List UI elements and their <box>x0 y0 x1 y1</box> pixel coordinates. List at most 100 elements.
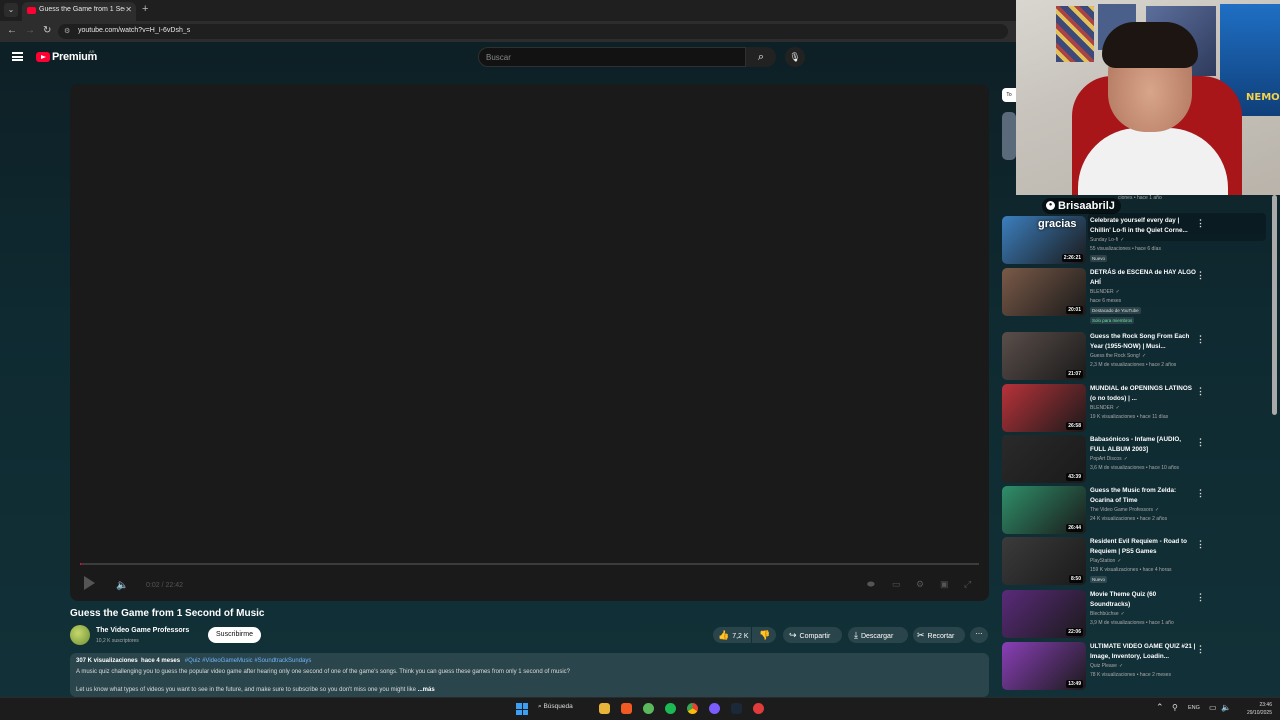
more-options-icon[interactable]: ⋮ <box>1196 334 1205 345</box>
more-options-icon[interactable]: ⋮ <box>1196 218 1205 229</box>
site-info-icon[interactable]: ⚙ <box>64 27 70 35</box>
settings-gear-icon[interactable]: ⚙ <box>916 579 924 590</box>
app-icon[interactable] <box>753 703 764 714</box>
video-thumbnail[interactable]: 20:01 <box>1002 268 1086 316</box>
brave-browser-icon[interactable] <box>621 703 632 714</box>
video-thumbnail[interactable]: 22:06 <box>1002 590 1086 638</box>
dislike-button[interactable]: 👎 <box>752 627 776 643</box>
channel-name[interactable]: The Video Game Professors ✓ <box>1090 507 1159 513</box>
recommendation-card[interactable]: 20:01 DETRÁS de ESCENA de HAY ALGO AHÍ BLE… <box>1002 268 1212 324</box>
hamburger-menu-icon[interactable] <box>12 52 23 61</box>
video-thumbnail[interactable] <box>1002 112 1016 160</box>
more-options-icon[interactable]: ⋮ <box>1196 437 1205 448</box>
browser-tab[interactable]: Guess the Game from 1 Second of Music - … <box>22 2 136 21</box>
search-input[interactable] <box>479 48 745 66</box>
recommendation-card[interactable]: 2:26:21 Celebrate yourself every day | Ch… <box>1002 216 1212 264</box>
new-tab-button[interactable]: + <box>142 3 148 15</box>
video-thumbnail[interactable]: 26:44 <box>1002 486 1086 534</box>
channel-name[interactable]: BLENDER ✓ <box>1090 405 1120 411</box>
video-title[interactable]: Resident Evil Requiem - Road to Requiem … <box>1090 537 1198 556</box>
channel-name[interactable]: Quiz Please ✓ <box>1090 663 1123 669</box>
video-title[interactable]: Movie Theme Quiz (60 Soundtracks) <box>1090 590 1198 609</box>
video-thumbnail[interactable]: 26:58 <box>1002 384 1086 432</box>
subscribe-button[interactable]: Suscribirme <box>208 627 261 643</box>
recommendation-card[interactable]: 26:58 MUNDIAL de OPENINGS LATINOS (o no t… <box>1002 384 1212 432</box>
video-thumbnail[interactable]: 43:39 <box>1002 435 1086 483</box>
channel-name[interactable]: Blechbüchse ✓ <box>1090 611 1125 617</box>
video-title[interactable]: Celebrate yourself every day | Chillin' … <box>1090 216 1198 235</box>
autoplay-toggle-icon[interactable]: ⬬ <box>867 579 875 590</box>
more-options-icon[interactable]: ⋮ <box>1196 386 1205 397</box>
subtitles-icon[interactable]: ▭ <box>892 579 901 590</box>
video-thumbnail[interactable]: 13:49 <box>1002 642 1086 690</box>
show-more-link[interactable]: ...más <box>418 687 435 693</box>
spotify-icon[interactable] <box>665 703 676 714</box>
video-title[interactable]: ULTIMATE VIDEO GAME QUIZ #21 | Image, In… <box>1090 642 1198 661</box>
filter-chip-all[interactable]: To <box>1002 88 1016 102</box>
recommendation-card[interactable]: 13:49 ULTIMATE VIDEO GAME QUIZ #21 | Imag… <box>1002 642 1212 690</box>
description-box[interactable]: 307 K visualizaciones hace 4 meses #Quiz… <box>70 653 989 697</box>
more-actions-button[interactable]: ⋯ <box>970 627 988 643</box>
url-text[interactable]: youtube.com/watch?v=H_I-6vDsh_s <box>78 27 190 34</box>
volume-tray-icon[interactable]: 🔈 <box>1221 703 1231 712</box>
input-language[interactable]: ENG <box>1188 705 1200 711</box>
recommendation-card[interactable]: 21:07 Guess the Rock Song From Each Year … <box>1002 332 1212 380</box>
channel-name[interactable]: PlayStation ✓ <box>1090 558 1122 564</box>
clip-button[interactable]: ✂ Recortar <box>913 627 965 643</box>
reload-icon[interactable]: ↻ <box>43 25 51 36</box>
channel-avatar[interactable] <box>70 625 90 645</box>
search-button[interactable]: ⌕ <box>746 47 776 67</box>
video-thumbnail[interactable]: 8:50 <box>1002 537 1086 585</box>
location-icon[interactable]: ⚲ <box>1172 703 1178 712</box>
play-icon[interactable] <box>84 576 95 590</box>
youtube-logo-icon[interactable] <box>36 52 50 62</box>
download-button[interactable]: ⤓ Descargar <box>848 627 908 643</box>
voice-search-button[interactable]: 🎙 <box>785 47 805 67</box>
channel-name[interactable]: Guess the Rock Song! ✓ <box>1090 353 1146 359</box>
video-title[interactable]: Babasónicos - Infame [AUDIO, FULL ALBUM … <box>1090 435 1198 454</box>
xbox-icon[interactable] <box>643 703 654 714</box>
steam-icon[interactable] <box>731 703 742 714</box>
youtube-favicon-icon <box>27 7 36 14</box>
back-icon[interactable]: ← <box>7 25 17 36</box>
like-button[interactable]: 👍 7,2 K <box>713 627 751 643</box>
channel-name[interactable]: Sunday Lo-fi ✓ <box>1090 237 1124 243</box>
taskbar-search[interactable]: ⌕ Búsqueda <box>538 703 573 711</box>
tab-search-menu-button[interactable]: ⌄ <box>4 3 18 17</box>
channel-name[interactable]: The Video Game Professors <box>96 627 189 634</box>
network-icon[interactable]: ▭ <box>1209 703 1217 712</box>
channel-name[interactable]: BLENDER ✓ <box>1090 289 1120 295</box>
video-player[interactable]: 🔈 0:02 / 22:42 ⬬ ▭ ⚙ ▣ ⤢ <box>70 84 989 601</box>
close-tab-icon[interactable]: ✕ <box>125 5 132 14</box>
chrome-icon[interactable] <box>687 703 698 714</box>
forward-icon[interactable]: → <box>25 25 35 36</box>
recommendation-card[interactable]: 43:39 Babasónicos - Infame [AUDIO, FULL A… <box>1002 435 1212 483</box>
fullscreen-icon[interactable]: ⤢ <box>964 579 971 590</box>
channel-name[interactable]: PopArt Discos ✓ <box>1090 456 1128 462</box>
video-thumbnail[interactable]: 21:07 <box>1002 332 1086 380</box>
show-hidden-icons-icon[interactable]: ⌃ <box>1156 702 1164 713</box>
address-bar[interactable]: ⚙ youtube.com/watch?v=H_I-6vDsh_s <box>58 24 1008 39</box>
messenger-icon[interactable] <box>709 703 720 714</box>
page-scrollbar[interactable] <box>1272 195 1277 415</box>
recommendation-card[interactable]: 22:06 Movie Theme Quiz (60 Soundtracks) Bl… <box>1002 590 1212 638</box>
video-title[interactable]: Guess the Rock Song From Each Year (1955… <box>1090 332 1198 351</box>
more-options-icon[interactable]: ⋮ <box>1196 270 1205 281</box>
recommendation-card[interactable]: 26:44 Guess the Music from Zelda: Ocarina… <box>1002 486 1212 534</box>
more-options-icon[interactable]: ⋮ <box>1196 488 1205 499</box>
video-title[interactable]: DETRÁS de ESCENA de HAY ALGO AHÍ <box>1090 268 1198 287</box>
windows-start-icon[interactable] <box>516 703 528 715</box>
more-options-icon[interactable]: ⋮ <box>1196 644 1205 655</box>
recommendation-card[interactable]: 8:50 Resident Evil Requiem - Road to Requ… <box>1002 537 1212 585</box>
share-button[interactable]: ↪ Compartir <box>783 627 842 643</box>
miniplayer-icon[interactable]: ▣ <box>940 579 949 590</box>
file-explorer-icon[interactable] <box>599 703 610 714</box>
video-title[interactable]: Guess the Music from Zelda: Ocarina of T… <box>1090 486 1198 505</box>
more-options-icon[interactable]: ⋮ <box>1196 539 1205 550</box>
volume-icon[interactable]: 🔈 <box>116 580 128 591</box>
more-options-icon[interactable]: ⋮ <box>1196 592 1205 603</box>
system-clock[interactable]: 23:46 29/10/2025 <box>1234 701 1272 717</box>
hashtags[interactable]: #Quiz #VideoGameMusic #SoundtrackSundays <box>185 658 312 664</box>
progress-bar[interactable] <box>80 563 979 565</box>
video-title[interactable]: MUNDIAL de OPENINGS LATINOS (o no todos)… <box>1090 384 1198 403</box>
